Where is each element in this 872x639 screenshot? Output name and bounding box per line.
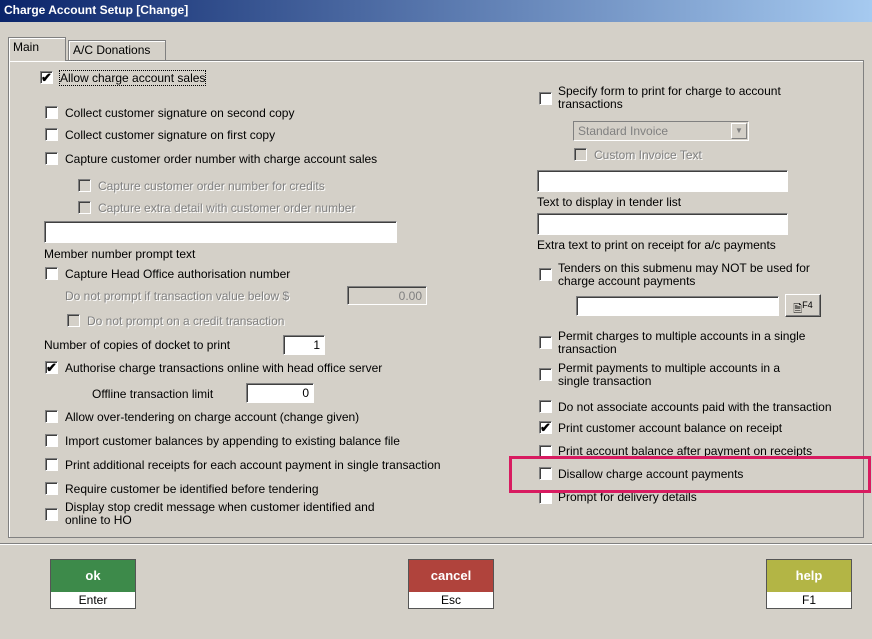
- authorise-online-label: Authorise charge transactions online wit…: [65, 361, 383, 375]
- extra-text-label: Extra text to print on receipt for a/c p…: [537, 238, 776, 252]
- docket-copies-input[interactable]: 1: [283, 335, 325, 355]
- tender-text-input[interactable]: [537, 170, 788, 192]
- multi-charges-label: Permit charges to multiple accounts in a…: [558, 329, 806, 356]
- head-office-auth-checkbox[interactable]: [45, 267, 58, 280]
- import-balances-checkbox[interactable]: [45, 434, 58, 447]
- title-bar: Charge Account Setup [Change]: [0, 0, 872, 22]
- require-identified-checkbox[interactable]: [45, 482, 58, 495]
- ok-button[interactable]: ok Enter: [50, 559, 136, 609]
- no-prompt-credit-label: Do not prompt on a credit transaction: [87, 314, 285, 328]
- offline-limit-input[interactable]: 0: [246, 383, 314, 403]
- help-button-key: F1: [767, 592, 851, 608]
- submenu-tenders-label: Tenders on this submenu may NOT be used …: [558, 261, 810, 288]
- no-prompt-credit-checkbox[interactable]: [67, 314, 80, 327]
- offline-limit-label: Offline transaction limit: [92, 387, 214, 401]
- print-balance-checkbox[interactable]: ✔: [539, 421, 552, 434]
- document-icon: 🗎: [793, 303, 803, 316]
- over-tender-checkbox[interactable]: [45, 410, 58, 423]
- order-number-checkbox[interactable]: [45, 152, 58, 165]
- extra-text-input[interactable]: [537, 213, 788, 235]
- member-prompt-input[interactable]: [44, 221, 397, 243]
- cancel-button-label: cancel: [409, 560, 493, 592]
- custom-invoice-checkbox[interactable]: [574, 148, 587, 161]
- specify-form-checkbox[interactable]: [539, 92, 552, 105]
- print-balance-label: Print customer account balance on receip…: [558, 421, 783, 435]
- sig-first-label: Collect customer signature on first copy: [65, 128, 276, 142]
- multi-payments-label: Permit payments to multiple accounts in …: [558, 361, 781, 388]
- head-office-auth-label: Capture Head Office authorisation number: [65, 267, 291, 281]
- sig-second-checkbox[interactable]: [45, 106, 58, 119]
- no-prompt-below-label: Do not prompt if transaction value below…: [65, 289, 290, 303]
- additional-receipts-label: Print additional receipts for each accou…: [65, 458, 441, 472]
- additional-receipts-checkbox[interactable]: [45, 458, 58, 471]
- invoice-select[interactable]: Standard Invoice ▼: [573, 121, 749, 141]
- divider: [0, 543, 872, 545]
- over-tender-label: Allow over-tendering on charge account (…: [65, 410, 360, 424]
- sig-first-checkbox[interactable]: [45, 128, 58, 141]
- allow-sales-checkbox[interactable]: ✔: [40, 71, 53, 84]
- multi-charges-checkbox[interactable]: [539, 336, 552, 349]
- extra-detail-checkbox[interactable]: [78, 201, 91, 214]
- help-button[interactable]: help F1: [766, 559, 852, 609]
- allow-sales-label: Allow charge account sales: [58, 70, 207, 86]
- authorise-online-checkbox[interactable]: ✔: [45, 361, 58, 374]
- ok-button-key: Enter: [51, 592, 135, 608]
- no-associate-label: Do not associate accounts paid with the …: [558, 400, 832, 414]
- specify-form-label: Specify form to print for charge to acco…: [558, 84, 781, 111]
- order-credits-checkbox[interactable]: [78, 179, 91, 192]
- docket-copies-label: Number of copies of docket to print: [44, 338, 231, 352]
- balance-after-checkbox[interactable]: [539, 445, 552, 458]
- disallow-payments-checkbox[interactable]: [539, 467, 552, 480]
- sig-second-label: Collect customer signature on second cop…: [65, 106, 295, 120]
- disallow-payments-label: Disallow charge account payments: [558, 467, 744, 481]
- chevron-down-icon[interactable]: ▼: [731, 123, 747, 139]
- f4-lookup-button[interactable]: 🗎F4: [785, 294, 821, 317]
- stop-credit-checkbox[interactable]: [45, 508, 58, 521]
- no-associate-checkbox[interactable]: [539, 400, 552, 413]
- custom-invoice-label: Custom Invoice Text: [594, 148, 702, 162]
- cancel-button-key: Esc: [409, 592, 493, 608]
- submenu-tenders-checkbox[interactable]: [539, 268, 552, 281]
- delivery-details-checkbox[interactable]: [539, 491, 552, 504]
- ok-button-label: ok: [51, 560, 135, 592]
- require-identified-label: Require customer be identified before te…: [65, 482, 319, 496]
- delivery-details-label: Prompt for delivery details: [558, 490, 697, 504]
- tab-main[interactable]: Main: [8, 37, 66, 61]
- order-credits-label: Capture customer order number for credit…: [98, 179, 325, 193]
- import-balances-label: Import customer balances by appending to…: [65, 434, 400, 448]
- order-number-label: Capture customer order number with charg…: [65, 152, 378, 166]
- tender-text-label: Text to display in tender list: [537, 195, 682, 209]
- extra-detail-label: Capture extra detail with customer order…: [98, 201, 356, 215]
- help-button-label: help: [767, 560, 851, 592]
- multi-payments-checkbox[interactable]: [539, 368, 552, 381]
- stop-credit-label: Display stop credit message when custome…: [65, 500, 375, 527]
- no-prompt-below-input[interactable]: 0.00: [347, 286, 427, 305]
- tab-ac-donations[interactable]: A/C Donations: [68, 40, 166, 60]
- cancel-button[interactable]: cancel Esc: [408, 559, 494, 609]
- invoice-select-value: Standard Invoice: [578, 124, 669, 138]
- balance-after-label: Print account balance after payment on r…: [558, 444, 813, 458]
- window-title: Charge Account Setup [Change]: [4, 3, 189, 17]
- f4-key-label: F4: [802, 300, 813, 310]
- member-prompt-label: Member number prompt text: [44, 247, 196, 261]
- submenu-input[interactable]: [576, 296, 779, 316]
